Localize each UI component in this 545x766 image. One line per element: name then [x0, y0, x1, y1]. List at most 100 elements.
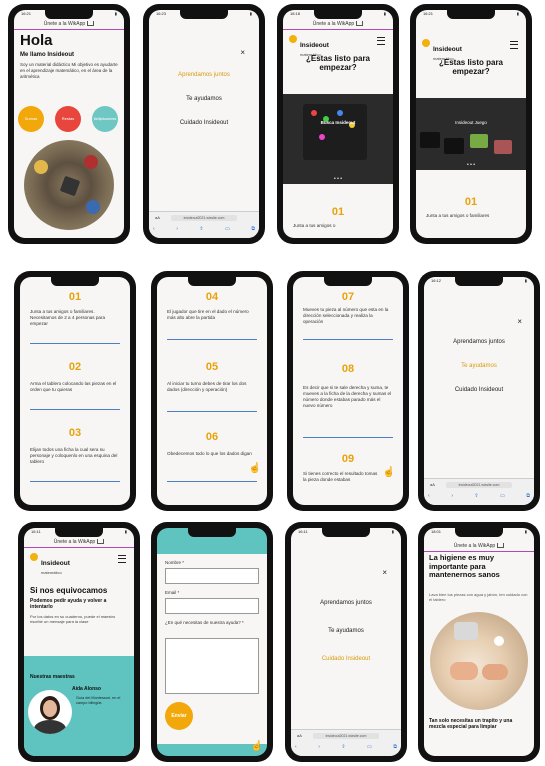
- url-bar[interactable]: insideout2021.wixsite.com: [171, 215, 237, 221]
- restas-button[interactable]: Restas: [55, 106, 81, 132]
- whatsapp-banner[interactable]: Únete a la WikApp: [283, 20, 393, 30]
- heading: ¿Estas listo para empezar?: [305, 54, 371, 72]
- video-player[interactable]: Insideout Juego • • •: [416, 98, 526, 170]
- menu-item-cuidado[interactable]: Cuidado Insideout: [291, 656, 401, 662]
- browser-bar: aA insideout2021.wixsite.com ‹ › ⇧ ▭ ⧉: [291, 729, 401, 756]
- heading: Si nos equivocamos: [30, 586, 108, 595]
- divider: [30, 481, 120, 482]
- status-time: 16:11: [31, 529, 41, 534]
- email-label: Email *: [165, 590, 180, 595]
- hamburger-icon[interactable]: [118, 555, 126, 563]
- text-size-button[interactable]: aA: [297, 733, 302, 738]
- notch: [314, 10, 362, 19]
- carousel-dots[interactable]: • • •: [283, 176, 393, 182]
- menu-item-cuidado[interactable]: Cuidado Insideout: [149, 120, 259, 126]
- divider: [167, 339, 257, 340]
- step-text: Junta a tus amigos o: [293, 223, 336, 228]
- notch: [455, 277, 503, 286]
- forward-icon[interactable]: ›: [451, 493, 453, 499]
- back-icon[interactable]: ‹: [428, 493, 430, 499]
- send-button[interactable]: Enviar: [165, 702, 193, 730]
- hamburger-icon[interactable]: [510, 41, 518, 49]
- tabs-icon[interactable]: ⧉: [251, 226, 255, 232]
- battery-icon: ▮: [383, 11, 386, 16]
- battery-icon: ▮: [524, 278, 527, 283]
- menu-item-aprendamos[interactable]: Aprendamos juntos: [424, 339, 534, 345]
- whatsapp-banner[interactable]: Únete a la WikApp: [24, 538, 134, 548]
- whatsapp-label: Únete a la WikApp: [453, 543, 496, 549]
- bookmarks-icon[interactable]: ▭: [500, 493, 505, 499]
- teacher-avatar: [28, 690, 72, 734]
- sumas-button[interactable]: Sumas: [18, 106, 44, 132]
- hamburger-icon[interactable]: [377, 37, 385, 45]
- carousel-dots[interactable]: • • •: [416, 162, 526, 168]
- screen: 16:11 ▮ Únete a la WikApp Insideout matemá…: [24, 528, 134, 756]
- close-icon[interactable]: ×: [382, 568, 387, 577]
- status-time: 16:21: [423, 11, 434, 16]
- phone-home: 16:21 ▮ Únete a la WikApp Hola Me llamo I…: [8, 4, 130, 244]
- heading: La higiene es muy importante para manten…: [429, 553, 500, 580]
- notch: [51, 277, 99, 286]
- url-bar[interactable]: insideout2021.wixsite.com: [313, 733, 379, 739]
- menu-item-aprendamos[interactable]: Aprendamos juntos: [149, 72, 259, 78]
- bookmarks-icon[interactable]: ▭: [367, 744, 372, 750]
- step-number: 07: [341, 291, 355, 303]
- brand-name: Insideout: [300, 42, 329, 49]
- text-size-button[interactable]: aA: [155, 215, 160, 220]
- phone-form: Nombre * Email * ¿En qué necesitas de nu…: [151, 522, 273, 762]
- status-time: 16:23: [156, 11, 167, 16]
- teacher-name: Aida Alonso: [72, 686, 101, 692]
- brand-logo[interactable]: Insideout matemático: [30, 552, 70, 575]
- menu-item-ayudamos[interactable]: Te ayudamos: [291, 628, 401, 634]
- email-field[interactable]: [165, 598, 259, 614]
- message-field[interactable]: [165, 638, 259, 694]
- bookmarks-icon[interactable]: ▭: [225, 226, 230, 232]
- kids-photo: [24, 140, 114, 230]
- back-icon[interactable]: ‹: [295, 744, 297, 750]
- screen: 07 Mueves tu pieza al número que esta en…: [293, 277, 403, 505]
- logo-icon: [30, 553, 38, 561]
- heading: ¿Estas listo para empezar?: [438, 58, 504, 76]
- whatsapp-banner[interactable]: Únete a la WikApp: [14, 20, 124, 30]
- notch: [55, 528, 103, 537]
- whatsapp-banner[interactable]: Únete a la WikApp: [424, 542, 534, 552]
- teachers-title: Nuestras maestras: [30, 674, 75, 680]
- name-field[interactable]: [165, 568, 259, 584]
- status-time: 16:12: [431, 278, 442, 283]
- screen: 16:21 ▮ Únete a la WikApp Hola Me llamo I…: [14, 10, 124, 238]
- menu-item-cuidado[interactable]: Cuidado Insideout: [424, 387, 534, 393]
- message-label: ¿En qué necesitas de nuestra ayuda? *: [165, 620, 244, 625]
- battery-icon: ▮: [391, 529, 394, 534]
- screen: 04 El jugador que tire en el dado el núm…: [157, 277, 267, 505]
- status-time: 16:11: [298, 529, 308, 534]
- step-text: Junta a tus amigos o familiares. Necesit…: [30, 309, 106, 326]
- share-icon[interactable]: ⇧: [341, 744, 345, 750]
- menu-item-ayudamos[interactable]: Te ayudamos: [424, 363, 534, 369]
- video-player[interactable]: Busca Insideout • • •: [283, 94, 393, 184]
- phone-steps-3: 07 Mueves tu pieza al número que esta en…: [287, 271, 409, 511]
- close-icon[interactable]: ×: [517, 317, 522, 326]
- share-icon[interactable]: ⇧: [474, 493, 478, 499]
- screen: 18:18 ▮ Únete a la WikApp Insideout matemá…: [283, 10, 393, 238]
- forward-icon[interactable]: ›: [176, 226, 178, 232]
- phone-start-1: 18:18 ▮ Únete a la WikApp Insideout matemá…: [277, 4, 399, 244]
- pointer-hand-icon: ☝: [382, 467, 395, 478]
- back-icon[interactable]: ‹: [153, 226, 155, 232]
- forward-icon[interactable]: ›: [318, 744, 320, 750]
- tabs-icon[interactable]: ⧉: [393, 744, 397, 750]
- url-bar[interactable]: insideout2021.wixsite.com: [446, 482, 512, 488]
- browser-bar: aA insideout2021.wixsite.com ‹ › ⇧ ▭ ⧉: [424, 478, 534, 505]
- menu-item-ayudamos[interactable]: Te ayudamos: [149, 96, 259, 102]
- menu-item-aprendamos[interactable]: Aprendamos juntos: [291, 600, 401, 606]
- close-icon[interactable]: ×: [240, 48, 245, 57]
- notch: [324, 277, 372, 286]
- step-number: 05: [205, 361, 219, 373]
- phone-menu-1: 16:23 ▮ × Aprendamos juntos Te ayudamos C…: [143, 4, 265, 244]
- brand-sub: matemático: [41, 570, 62, 575]
- tabs-icon[interactable]: ⧉: [526, 493, 530, 499]
- notch: [447, 10, 495, 19]
- share-icon[interactable]: ⇧: [199, 226, 203, 232]
- multiplicaciones-button[interactable]: Multiplicaciones: [92, 106, 118, 132]
- text-size-button[interactable]: aA: [430, 482, 435, 487]
- browser-toolbar: ‹ › ⇧ ▭ ⧉: [428, 493, 530, 499]
